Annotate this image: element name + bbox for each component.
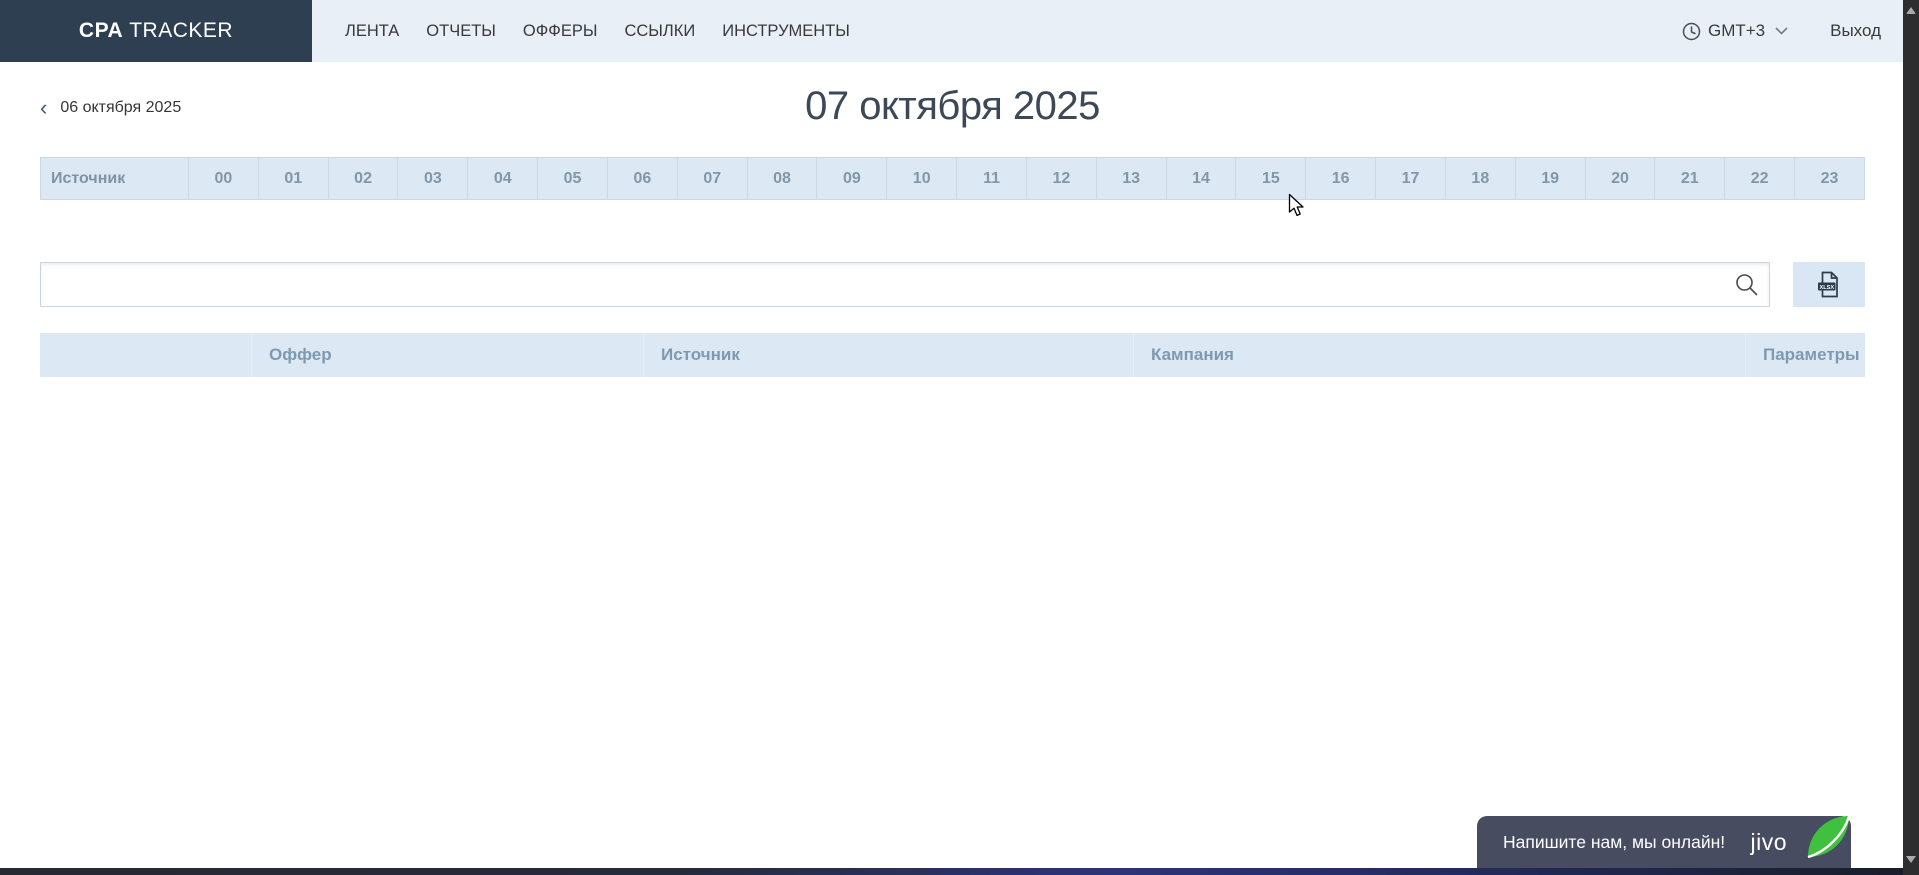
hour-header-15: 15 — [1235, 158, 1305, 199]
table-column-header-2: Кампания — [1133, 333, 1745, 377]
chevron-down-icon — [1775, 27, 1788, 35]
scrollbar[interactable] — [1903, 0, 1919, 875]
nav-item-0[interactable]: ЛЕНТА — [345, 22, 399, 41]
top-bar: CPA TRACKER ЛЕНТА ОТЧЕТЫ ОФФЕРЫ ССЫЛКИ ИНСТР… — [0, 0, 1919, 62]
brand-logo[interactable]: CPA TRACKER — [0, 0, 312, 62]
hour-header-5: 05 — [537, 158, 607, 199]
jivo-logo: jivo — [1750, 829, 1787, 856]
page-title: 07 октября 2025 — [40, 84, 1865, 129]
hour-header-22: 22 — [1724, 158, 1794, 199]
search-row: XLSX — [40, 262, 1865, 307]
hour-header-0: 00 — [188, 158, 258, 199]
jivo-leaf-icon — [1806, 816, 1850, 858]
hour-header-8: 08 — [747, 158, 817, 199]
hour-header-12: 12 — [1026, 158, 1096, 199]
xlsx-file-icon: XLSX — [1817, 271, 1841, 298]
hour-header-23: 23 — [1794, 158, 1864, 199]
hour-header-16: 16 — [1305, 158, 1375, 199]
data-table-header: ОфферИсточникКампанияПараметры — [40, 333, 1865, 377]
nav-item-3[interactable]: ССЫЛКИ — [624, 22, 695, 41]
hours-header-row: Источник 0001020304050607080910111213141… — [40, 157, 1865, 200]
bottom-page-strip — [0, 868, 1919, 875]
export-xlsx-button[interactable]: XLSX — [1793, 262, 1865, 307]
nav-item-1[interactable]: ОТЧЕТЫ — [426, 22, 496, 41]
hour-header-17: 17 — [1375, 158, 1445, 199]
hour-header-3: 03 — [397, 158, 467, 199]
table-column-header-1: Источник — [643, 333, 1133, 377]
hour-header-18: 18 — [1445, 158, 1515, 199]
scroll-down-arrow-icon[interactable] — [1906, 856, 1916, 863]
hour-header-20: 20 — [1585, 158, 1655, 199]
hour-header-2: 02 — [328, 158, 398, 199]
hour-header-14: 14 — [1166, 158, 1236, 199]
nav-item-4[interactable]: ИНСТРУМЕНТЫ — [722, 22, 850, 41]
hour-header-11: 11 — [956, 158, 1026, 199]
chat-widget[interactable]: Напишите нам, мы онлайн! jivo — [1477, 816, 1851, 875]
hour-header-4: 04 — [467, 158, 537, 199]
search-icon[interactable] — [1734, 272, 1759, 297]
top-right-group: GMT+3 Выход — [1682, 0, 1919, 62]
table-corner-cell — [40, 333, 251, 377]
main-content: ‹ 06 октября 2025 07 октября 2025 Источн… — [40, 62, 1865, 377]
brand-tracker: TRACKER — [129, 19, 233, 43]
table-columns: ОфферИсточникКампанияПараметры — [251, 333, 1865, 377]
nav-item-2[interactable]: ОФФЕРЫ — [523, 22, 598, 41]
timezone-selector[interactable]: GMT+3 — [1682, 21, 1788, 41]
hours-cells: 0001020304050607080910111213141516171819… — [188, 158, 1864, 199]
chat-message: Напишите нам, мы онлайн! — [1503, 832, 1725, 853]
hour-header-9: 09 — [816, 158, 886, 199]
hour-header-7: 07 — [677, 158, 747, 199]
svg-text:XLSX: XLSX — [1819, 285, 1834, 291]
logout-button[interactable]: Выход — [1830, 21, 1881, 41]
search-input[interactable] — [40, 262, 1770, 307]
hour-header-19: 19 — [1515, 158, 1585, 199]
brand-cpa: CPA — [79, 19, 123, 43]
hour-header-10: 10 — [886, 158, 956, 199]
hour-header-6: 06 — [607, 158, 677, 199]
main-nav: ЛЕНТА ОТЧЕТЫ ОФФЕРЫ ССЫЛКИ ИНСТРУМЕНТЫ — [345, 0, 877, 62]
table-column-header-3: Параметры — [1745, 333, 1865, 377]
hour-header-13: 13 — [1096, 158, 1166, 199]
hour-header-21: 21 — [1654, 158, 1724, 199]
timezone-label: GMT+3 — [1708, 21, 1765, 41]
clock-icon — [1682, 22, 1701, 41]
hour-header-1: 01 — [258, 158, 328, 199]
scroll-up-arrow-icon[interactable] — [1906, 7, 1916, 14]
table-column-header-0: Оффер — [251, 333, 643, 377]
hours-source-header: Источник — [41, 158, 188, 199]
date-navigation-row: ‹ 06 октября 2025 07 октября 2025 — [40, 62, 1865, 157]
search-field-wrap — [40, 262, 1770, 307]
